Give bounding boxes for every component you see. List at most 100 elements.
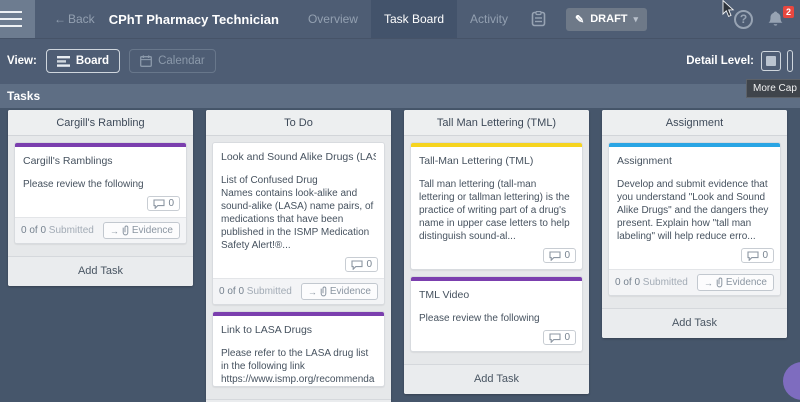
arrow-right-icon: → (308, 287, 317, 297)
task-board: Cargill's Rambling Cargill's Ramblings Ple… (0, 108, 800, 402)
comment-count: 0 (564, 332, 570, 343)
paperclip-icon (716, 277, 723, 288)
comment-bubble-icon (747, 251, 759, 261)
column-title: Cargill's Rambling (8, 110, 193, 136)
page-title: CPhT Pharmacy Technician (109, 12, 279, 27)
submitted-status: 0 of 0 Submitted (219, 286, 292, 297)
top-nav: ←Back CPhT Pharmacy Technician Overview … (0, 0, 800, 38)
comment-bubble-icon (351, 260, 363, 270)
card-content: Look and Sound Alike Drugs (LASA) List of… (213, 143, 384, 254)
card-content: Assignment Develop and submit evidence th… (609, 147, 780, 245)
draft-status-button[interactable]: ✎ DRAFT ▾ (566, 8, 647, 31)
column-cards: Cargill's Ramblings Please review the fol… (8, 136, 193, 256)
submitted-word: Submitted (46, 225, 94, 236)
calendar-view-button[interactable]: Calendar (129, 49, 216, 73)
evidence-label: Evidence (330, 286, 371, 297)
paperclip-icon (320, 286, 327, 297)
notification-badge: 2 (783, 6, 794, 18)
column-cards: Assignment Develop and submit evidence th… (602, 136, 787, 308)
card-title: Look and Sound Alike Drugs (LASA) (221, 151, 376, 163)
tab-overview[interactable]: Overview (295, 0, 371, 38)
task-card[interactable]: Tall-Man Lettering (TML) Tall man letteri… (410, 142, 583, 270)
notifications-button[interactable]: 2 (767, 10, 784, 28)
arrow-right-icon: → (110, 226, 119, 236)
comment-bubble-icon (549, 251, 561, 261)
task-card[interactable]: TML Video Please review the following 0 (410, 276, 583, 352)
task-card[interactable]: Cargill's Ramblings Please review the fol… (14, 142, 187, 244)
paperclip-icon (122, 225, 129, 236)
card-title: Assignment (617, 155, 772, 167)
comment-count-chip[interactable]: 0 (741, 248, 774, 263)
column-title: To Do (206, 110, 391, 136)
evidence-label: Evidence (132, 225, 173, 236)
calendar-icon (140, 55, 152, 67)
bell-icon (767, 10, 784, 28)
submitted-count: 0 of 0 (219, 286, 244, 297)
back-button[interactable]: ←Back (54, 12, 95, 26)
comment-count-chip[interactable]: 0 (147, 196, 180, 211)
submitted-count: 0 of 0 (21, 225, 46, 236)
card-description: Please review the following (23, 178, 178, 191)
column-title: Assignment (602, 110, 787, 136)
card-title: Cargill's Ramblings (23, 155, 178, 167)
card-title: Tall-Man Lettering (TML) (419, 155, 574, 167)
detail-level-toggle-2[interactable] (787, 50, 793, 72)
detail-level-toggle[interactable] (761, 51, 781, 71)
comment-bubble-icon (549, 333, 561, 343)
card-meta-row: 0 (411, 245, 582, 269)
pencil-icon: ✎ (575, 13, 584, 26)
card-footer: 0 of 0 Submitted → Evidence (15, 217, 186, 243)
card-meta-row: 0 (609, 245, 780, 269)
tab-activity[interactable]: Activity (457, 0, 521, 38)
view-toolbar: View: Board Calendar Detail Level: (0, 38, 800, 84)
back-arrow-icon: ← (54, 12, 66, 26)
evidence-label: Evidence (726, 277, 767, 288)
column-title: Tall Man Lettering (TML) (404, 110, 589, 136)
mouse-cursor (722, 0, 735, 18)
submitted-word: Submitted (244, 286, 292, 297)
board-column: To Do Look and Sound Alike Drugs (LASA) Li… (206, 110, 391, 402)
comment-count: 0 (168, 198, 174, 209)
hamburger-menu-icon[interactable] (0, 0, 35, 38)
submitted-count: 0 of 0 (615, 277, 640, 288)
help-icon[interactable]: ? (734, 10, 753, 29)
card-content: Tall-Man Lettering (TML) Tall man letteri… (411, 147, 582, 245)
board-column: Cargill's Rambling Cargill's Ramblings Ple… (8, 110, 193, 286)
comment-count: 0 (762, 250, 768, 261)
task-card[interactable]: Link to LASA DrugsPlease refer to the LA… (212, 311, 385, 387)
card-title: TML Video (419, 289, 574, 301)
chevron-down-icon: ▾ (634, 14, 639, 25)
evidence-button[interactable]: → Evidence (103, 222, 180, 239)
card-meta-row: 0 (411, 327, 582, 351)
comment-count-chip[interactable]: 0 (543, 248, 576, 263)
card-meta-row: 0 (15, 193, 186, 217)
card-description: Develop and submit evidence that you und… (617, 178, 772, 243)
board-column: Assignment Assignment Develop and submit e… (602, 110, 787, 338)
card-title: Link to LASA Drugs (221, 324, 376, 336)
card-description: Tall man lettering (tall-man lettering o… (419, 178, 574, 243)
submitted-word: Submitted (640, 277, 688, 288)
tasks-section-header: Tasks (0, 84, 800, 108)
evidence-button[interactable]: → Evidence (301, 283, 378, 300)
card-footer: 0 of 0 Submitted → Evidence (213, 278, 384, 304)
comment-count-chip[interactable]: 0 (543, 330, 576, 345)
comment-count: 0 (366, 259, 372, 270)
add-task-button[interactable]: Add Task (8, 256, 193, 286)
task-card[interactable]: Assignment Develop and submit evidence th… (608, 142, 781, 296)
card-content: TML Video Please review the following (411, 281, 582, 327)
add-task-button[interactable]: Add Task (602, 308, 787, 338)
add-task-button[interactable]: Add Task (404, 364, 589, 394)
comment-count-chip[interactable]: 0 (345, 257, 378, 272)
tab-task-board[interactable]: Task Board (371, 0, 457, 38)
evidence-button[interactable]: → Evidence (697, 274, 774, 291)
clipboard-icon[interactable] (531, 11, 546, 27)
submitted-status: 0 of 0 Submitted (21, 225, 94, 236)
task-card[interactable]: Look and Sound Alike Drugs (LASA) List of… (212, 142, 385, 305)
card-description: Please review the following (419, 312, 574, 325)
detail-level-tooltip: More Cap (746, 79, 800, 98)
card-description: List of Confused Drug Names contains loo… (221, 174, 376, 252)
arrow-right-icon: → (704, 278, 713, 288)
column-cards: Look and Sound Alike Drugs (LASA) List of… (206, 136, 391, 399)
board-view-button[interactable]: Board (46, 49, 120, 73)
board-icon (57, 56, 70, 67)
